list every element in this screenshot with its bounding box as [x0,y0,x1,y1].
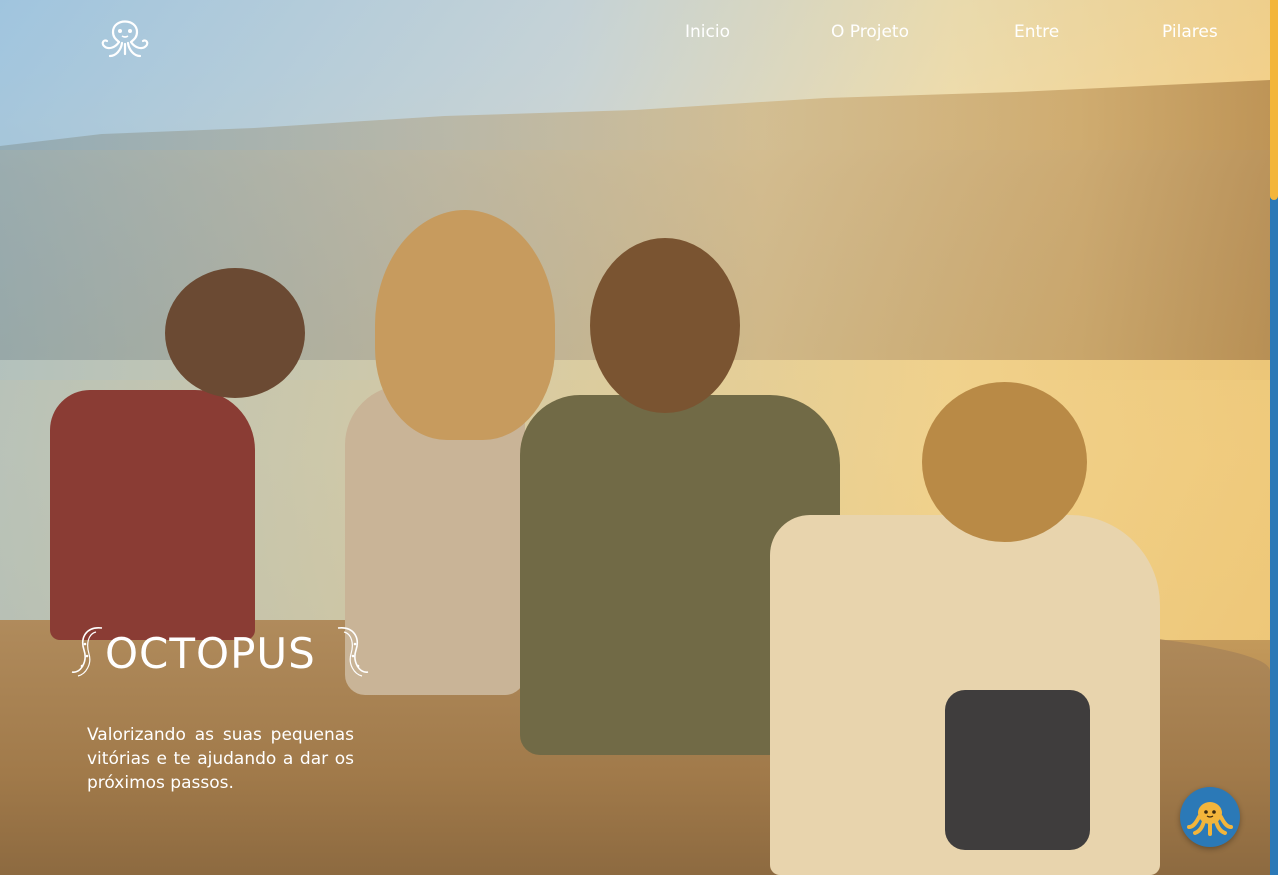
child-4-head [922,382,1087,542]
brand-title: OCTOPUS [105,629,316,678]
nav-pilares[interactable]: Pilares [1162,22,1218,42]
tentacle-right-icon [337,627,369,677]
child-3-head [590,238,740,413]
octopus-logo-icon[interactable] [96,10,154,62]
tentacle-left-icon [71,627,103,677]
nav-inicio[interactable]: Inicio [685,22,730,42]
child-1 [50,390,255,640]
octopus-mascot-button[interactable] [1180,787,1240,847]
octopus-mascot-icon [1187,802,1233,836]
nav-o-projeto[interactable]: O Projeto [831,22,909,42]
hero-tagline: Valorizando as suas pequenas vitórias e … [87,725,354,793]
child-1-head [165,268,305,398]
brand-wordmark: OCTOPUS [70,622,370,682]
child-2-head [375,210,555,440]
scrollbar-thumb[interactable] [1270,0,1278,200]
nav-entre[interactable]: Entre [1014,22,1059,42]
child-4-shorts [945,690,1090,850]
